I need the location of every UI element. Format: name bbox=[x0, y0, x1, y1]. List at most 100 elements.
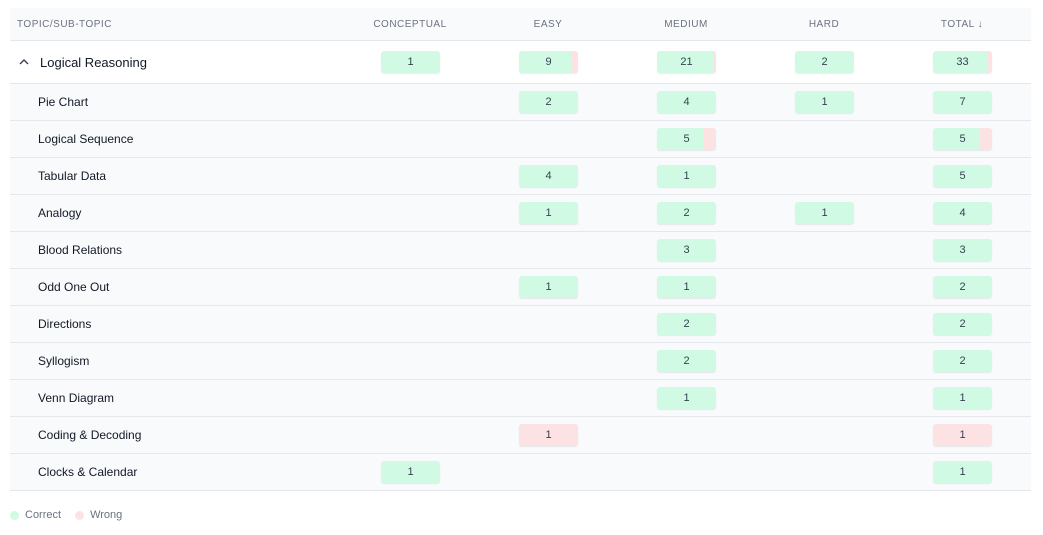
wrong-segment bbox=[988, 51, 992, 73]
conceptual-count-pill[interactable]: 1 bbox=[381, 51, 440, 73]
total-count-pill[interactable]: 5 bbox=[933, 165, 992, 187]
total-cell: 33 bbox=[933, 41, 992, 83]
hard-cell: 1 bbox=[795, 84, 854, 120]
medium-count-pill[interactable]: 1 bbox=[657, 387, 716, 409]
hard-count-pill[interactable]: 1 bbox=[795, 202, 854, 224]
medium-count-pill[interactable]: 4 bbox=[657, 91, 716, 113]
medium-count-pill[interactable]: 2 bbox=[657, 313, 716, 335]
easy-count-pill[interactable]: 1 bbox=[519, 202, 578, 224]
subtopic-name: Pie Chart bbox=[38, 95, 89, 109]
hard-count-pill[interactable]: 1 bbox=[795, 91, 854, 113]
topic-name-label: Logical Reasoning bbox=[40, 54, 147, 70]
count-value: 2 bbox=[683, 355, 690, 367]
medium-count-pill[interactable]: 3 bbox=[657, 239, 716, 261]
total-count-pill[interactable]: 5 bbox=[933, 128, 992, 150]
easy-count-pill[interactable]: 4 bbox=[519, 165, 578, 187]
medium-count-pill[interactable]: 21 bbox=[657, 51, 716, 73]
count-value: 1 bbox=[959, 392, 966, 404]
total-cell: 2 bbox=[933, 306, 992, 342]
easy-cell: 1 bbox=[519, 195, 578, 231]
easy-count-pill[interactable]: 1 bbox=[519, 424, 578, 446]
medium-count-pill[interactable]: 2 bbox=[657, 202, 716, 224]
chevron-up-icon[interactable] bbox=[18, 56, 30, 68]
count-value: 2 bbox=[683, 207, 690, 219]
easy-cell: 2 bbox=[519, 84, 578, 120]
subtopic-row: Clocks & Calendar 1 1 bbox=[10, 454, 1031, 491]
easy-cell: 4 bbox=[519, 158, 578, 194]
medium-cell: 4 bbox=[657, 84, 716, 120]
subtopic-row: Pie Chart 2 4 1 7 bbox=[10, 84, 1031, 121]
conceptual-count-pill[interactable]: 1 bbox=[381, 461, 440, 483]
subtopic-row: Analogy 1 2 1 4 bbox=[10, 195, 1031, 232]
medium-cell: 3 bbox=[657, 232, 716, 268]
header-conceptual[interactable]: CONCEPTUAL bbox=[370, 8, 450, 40]
total-count-pill[interactable]: 1 bbox=[933, 387, 992, 409]
subtopic-row: Odd One Out 1 1 2 bbox=[10, 269, 1031, 306]
total-cell: 1 bbox=[933, 417, 992, 453]
count-value: 1 bbox=[545, 429, 552, 441]
subtopic-name: Analogy bbox=[38, 206, 82, 220]
header-topic: TOPIC/SUB-TOPIC bbox=[17, 18, 112, 30]
count-value: 4 bbox=[959, 207, 966, 219]
header-easy[interactable]: EASY bbox=[508, 8, 588, 40]
correct-dot-icon bbox=[10, 510, 19, 520]
total-count-pill[interactable]: 1 bbox=[933, 461, 992, 483]
medium-cell: 2 bbox=[657, 343, 716, 379]
easy-count-pill[interactable]: 9 bbox=[519, 51, 578, 73]
count-value: 2 bbox=[821, 56, 828, 68]
total-cell: 2 bbox=[933, 269, 992, 305]
medium-cell: 1 bbox=[657, 269, 716, 305]
subtopic-row: Directions 2 2 bbox=[10, 306, 1031, 343]
easy-count-pill[interactable]: 1 bbox=[519, 276, 578, 298]
count-value: 9 bbox=[545, 56, 552, 68]
subtopic-name: Clocks & Calendar bbox=[38, 465, 138, 479]
count-value: 1 bbox=[407, 56, 414, 68]
subtopic-name: Tabular Data bbox=[38, 169, 107, 183]
subtopic-row: Syllogism 2 2 bbox=[10, 343, 1031, 380]
hard-count-pill[interactable]: 2 bbox=[795, 51, 854, 73]
medium-cell: 2 bbox=[657, 306, 716, 342]
hard-cell: 2 bbox=[795, 41, 854, 83]
total-cell: 7 bbox=[933, 84, 992, 120]
legend-correct: Correct bbox=[10, 509, 61, 521]
wrong-segment bbox=[979, 128, 992, 150]
count-value: 33 bbox=[956, 56, 969, 68]
topic-row-logical-reasoning[interactable]: Logical Reasoning 1 9 21 2 33 bbox=[10, 41, 1031, 84]
wrong-segment bbox=[713, 51, 716, 73]
total-count-pill[interactable]: 2 bbox=[933, 313, 992, 335]
legend: Correct Wrong bbox=[10, 509, 122, 521]
total-count-pill[interactable]: 2 bbox=[933, 350, 992, 372]
total-count-pill[interactable]: 7 bbox=[933, 91, 992, 113]
subtopic-row: Logical Sequence 5 5 bbox=[10, 121, 1031, 158]
wrong-segment bbox=[703, 128, 716, 150]
total-cell: 1 bbox=[933, 380, 992, 416]
wrong-dot-icon bbox=[75, 510, 85, 520]
count-value: 2 bbox=[959, 318, 966, 330]
count-value: 2 bbox=[545, 96, 552, 108]
medium-count-pill[interactable]: 1 bbox=[657, 165, 716, 187]
medium-count-pill[interactable]: 2 bbox=[657, 350, 716, 372]
medium-cell: 21 bbox=[657, 41, 716, 83]
legend-correct-label: Correct bbox=[25, 509, 62, 521]
subtopic-name: Odd One Out bbox=[38, 280, 110, 294]
medium-cell: 2 bbox=[657, 195, 716, 231]
total-count-pill[interactable]: 3 bbox=[933, 239, 992, 261]
count-value: 2 bbox=[959, 281, 966, 293]
medium-count-pill[interactable]: 1 bbox=[657, 276, 716, 298]
total-count-pill[interactable]: 2 bbox=[933, 276, 992, 298]
medium-cell: 1 bbox=[657, 158, 716, 194]
total-count-pill[interactable]: 1 bbox=[933, 424, 992, 446]
subtopic-name: Syllogism bbox=[38, 354, 90, 368]
header-total[interactable]: TOTAL ↓ bbox=[922, 8, 1002, 40]
medium-count-pill[interactable]: 5 bbox=[657, 128, 716, 150]
easy-count-pill[interactable]: 2 bbox=[519, 91, 578, 113]
header-medium[interactable]: MEDIUM bbox=[646, 8, 726, 40]
count-value: 1 bbox=[545, 281, 552, 293]
count-value: 2 bbox=[683, 318, 690, 330]
count-value: 1 bbox=[959, 466, 966, 478]
total-count-pill[interactable]: 4 bbox=[933, 202, 992, 224]
count-value: 1 bbox=[683, 281, 690, 293]
topic-name[interactable]: Logical Reasoning bbox=[18, 41, 147, 83]
header-hard[interactable]: HARD bbox=[784, 8, 864, 40]
total-count-pill[interactable]: 33 bbox=[933, 51, 992, 73]
